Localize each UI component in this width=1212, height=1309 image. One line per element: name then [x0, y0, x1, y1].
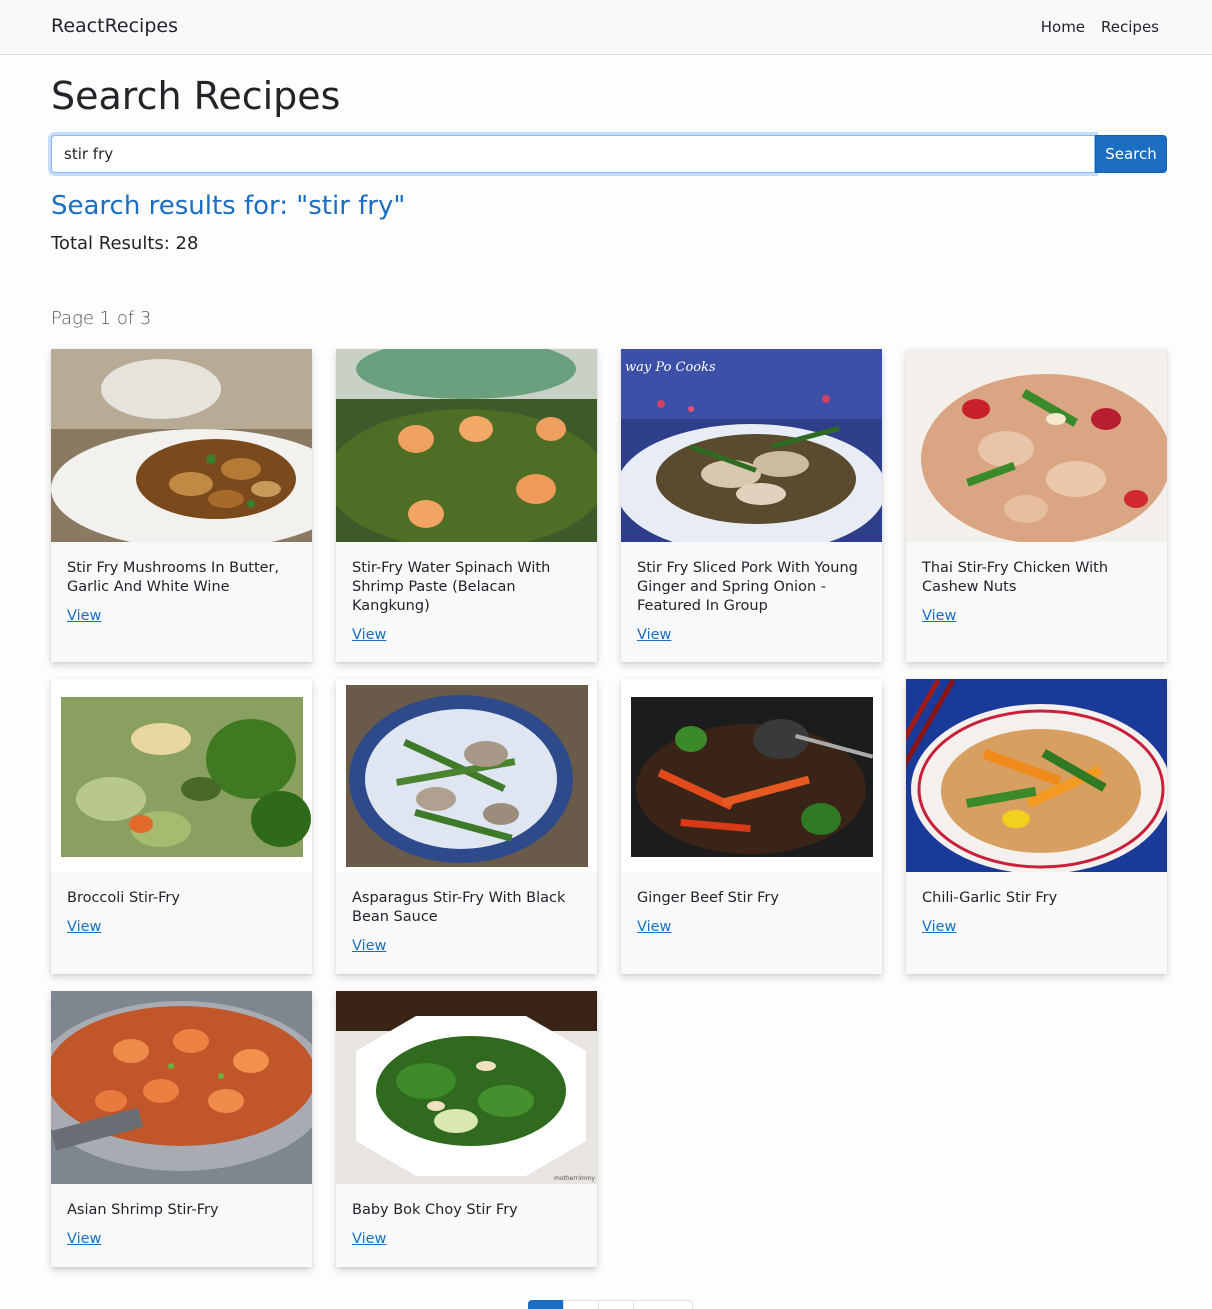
pagination — [528, 1300, 693, 1309]
water-spinach-shrimp-image — [336, 349, 597, 542]
search-input[interactable] — [51, 135, 1095, 173]
thai-chicken-cashew-image — [906, 349, 1167, 542]
recipe-image: way Po Cooks — [621, 349, 882, 542]
page-button-1[interactable] — [528, 1300, 564, 1309]
view-recipe-link[interactable]: View — [637, 919, 671, 935]
recipe-card: Stir-Fry Water Spinach With Shrimp Paste… — [336, 349, 597, 662]
view-recipe-link[interactable]: View — [67, 608, 101, 624]
recipe-card: motherrimmy Baby Bok Choy Stir Fry View — [336, 991, 597, 1267]
recipe-card: Stir Fry Mushrooms In Butter, Garlic And… — [51, 349, 312, 662]
asparagus-black-bean-image — [336, 679, 597, 872]
results-total: Total Results: 28 — [51, 233, 199, 254]
next-page-button[interactable] — [633, 1300, 693, 1309]
broccoli-stir-fry-image — [51, 679, 312, 872]
recipe-title: Baby Bok Choy Stir Fry — [352, 1202, 518, 1218]
view-recipe-link[interactable]: View — [352, 1231, 386, 1247]
recipe-card: Ginger Beef Stir Fry View — [621, 679, 882, 974]
search-button[interactable]: Search — [1095, 135, 1167, 173]
asian-shrimp-image — [51, 991, 312, 1184]
view-recipe-link[interactable]: View — [67, 1231, 101, 1247]
page-title: Search Recipes — [51, 74, 341, 118]
recipe-image — [621, 679, 882, 872]
recipe-image — [906, 349, 1167, 542]
view-recipe-link[interactable]: View — [352, 627, 386, 643]
nav-link-recipes[interactable]: Recipes — [1101, 18, 1159, 36]
ginger-beef-image — [621, 679, 882, 872]
recipe-image — [51, 349, 312, 542]
view-recipe-link[interactable]: View — [352, 938, 386, 954]
mushroom-dish-image — [51, 349, 312, 542]
recipe-image — [336, 679, 597, 872]
svg-text:motherrimmy: motherrimmy — [554, 1175, 596, 1182]
nav-link-home[interactable]: Home — [1041, 18, 1085, 36]
page-button-2[interactable] — [563, 1300, 599, 1309]
view-recipe-link[interactable]: View — [67, 919, 101, 935]
brand-logo[interactable]: ReactRecipes — [51, 15, 178, 37]
recipe-image — [51, 991, 312, 1184]
recipe-title: Asparagus Stir-Fry With Black Bean Sauce — [352, 890, 566, 925]
recipe-card: Chili-Garlic Stir Fry View — [906, 679, 1167, 974]
recipe-image: motherrimmy — [336, 991, 597, 1184]
recipe-title: Ginger Beef Stir Fry — [637, 890, 779, 906]
recipe-title: Stir-Fry Water Spinach With Shrimp Paste… — [352, 560, 551, 614]
recipe-title: Stir Fry Mushrooms In Butter, Garlic And… — [67, 560, 280, 595]
recipe-card: Asparagus Stir-Fry With Black Bean Sauce… — [336, 679, 597, 974]
recipe-image — [51, 679, 312, 872]
recipe-image — [906, 679, 1167, 872]
svg-text:way Po Cooks: way Po Cooks — [625, 360, 716, 375]
recipe-title: Thai Stir-Fry Chicken With Cashew Nuts — [922, 560, 1109, 595]
recipe-image — [336, 349, 597, 542]
chili-garlic-stir-fry-image — [906, 679, 1167, 872]
pork-ginger-dish-image: way Po Cooks — [621, 349, 882, 542]
recipe-title: Broccoli Stir-Fry — [67, 890, 180, 906]
view-recipe-link[interactable]: View — [922, 608, 956, 624]
baby-bok-choy-image: motherrimmy — [336, 991, 597, 1184]
recipe-card: way Po Cooks Stir Fry Sliced Pork With Y… — [621, 349, 882, 662]
recipe-card: Broccoli Stir-Fry View — [51, 679, 312, 974]
page-button-3[interactable] — [598, 1300, 634, 1309]
results-heading: Search results for: "stir fry" — [51, 191, 406, 221]
view-recipe-link[interactable]: View — [922, 919, 956, 935]
recipe-title: Chili-Garlic Stir Fry — [922, 890, 1058, 906]
navbar: ReactRecipes Home Recipes — [0, 0, 1212, 55]
recipe-title: Stir Fry Sliced Pork With Young Ginger a… — [637, 560, 858, 614]
page-indicator: Page 1 of 3 — [51, 308, 152, 329]
recipe-card: Thai Stir-Fry Chicken With Cashew Nuts V… — [906, 349, 1167, 662]
recipe-title: Asian Shrimp Stir-Fry — [67, 1202, 219, 1218]
view-recipe-link[interactable]: View — [637, 627, 671, 643]
nav-links: Home Recipes — [1041, 18, 1159, 36]
recipe-card: Asian Shrimp Stir-Fry View — [51, 991, 312, 1267]
